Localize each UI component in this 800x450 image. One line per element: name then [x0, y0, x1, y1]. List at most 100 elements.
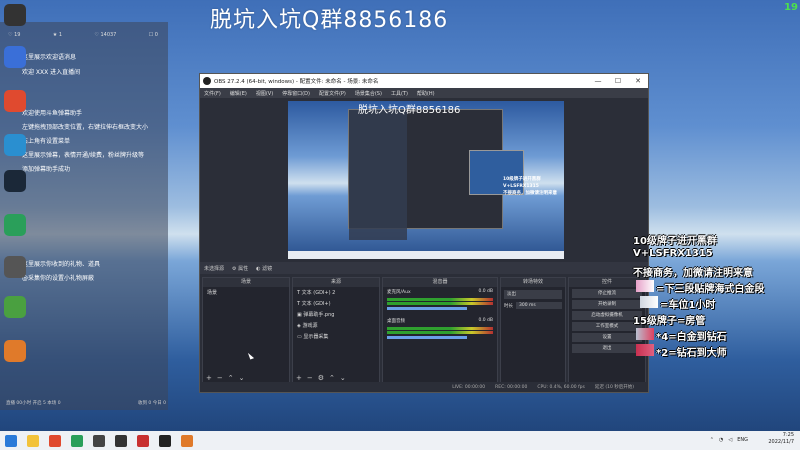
steam-icon[interactable] — [4, 170, 26, 192]
file-explorer-icon[interactable] — [27, 434, 39, 447]
overlay-line: =下三段贴牌海式白金段 — [656, 284, 765, 295]
desktop-channel-header: 桌面音频 0.0 dB — [383, 312, 497, 326]
chat-line: 这里展示你收到的礼物、道具 — [22, 261, 101, 268]
overlay-line: 15级牌子=房管 — [633, 316, 706, 327]
source-item[interactable]: ▣ 弹幕助手.png — [293, 309, 379, 320]
chat-line: @采集你的设置小礼物屏蔽 — [22, 275, 95, 282]
overlay-line: V+LSFRX1315 — [633, 248, 713, 259]
obs-window[interactable]: OBS 27.2.4 (64-bit, windows) - 配置文件: 未命名… — [199, 73, 649, 393]
source-item-label: 弹幕助手.png — [303, 312, 335, 318]
preview-banner-text: 脱坑入坑Q群8856186 — [358, 105, 461, 116]
windows-start-icon[interactable] — [5, 434, 17, 447]
app-taskbar-icon-4[interactable] — [137, 434, 149, 447]
mixer-dock-title: 混音器 — [383, 278, 497, 287]
menu-scene-collection[interactable]: 场景集合(S) — [355, 90, 382, 97]
obs-icon[interactable] — [4, 4, 26, 26]
chat-line: 添加弹幕助手成功 — [22, 166, 71, 173]
source-item-label: 文本 (GDI+) 2 — [301, 290, 336, 296]
windows-taskbar: ⌃ ◔ ◁ ENG 7:25 2022/11/7 — [0, 431, 800, 450]
obs-logo-icon — [203, 77, 211, 85]
menu-docks[interactable]: 停靠窗口(D) — [282, 90, 310, 97]
app-icon-5[interactable] — [4, 340, 26, 362]
desktop-volume-slider[interactable] — [387, 336, 467, 339]
heat-stat: ♡ 14037 — [94, 32, 117, 38]
start-recording-button[interactable]: 开始录制 — [572, 300, 642, 309]
mic-volume-slider[interactable] — [387, 307, 467, 310]
source-item[interactable]: ◈ 游戏源 — [293, 320, 379, 331]
app-taskbar-icon-2[interactable] — [93, 434, 105, 447]
scenes-dock: 场景 场景 + − ⌃ ⌄ — [202, 277, 290, 384]
settings-button[interactable]: 设置 — [572, 333, 642, 342]
app-taskbar-icon-6[interactable] — [181, 434, 193, 447]
menu-edit[interactable]: 编辑(E) — [230, 90, 247, 97]
source-item[interactable]: T 文本 (GDI+) 2 — [293, 287, 379, 298]
obs-status-bar: LIVE: 00:00:00 REC: 00:00:00 CPU: 0.4%, … — [200, 382, 648, 392]
app-taskbar-icon-3[interactable] — [115, 434, 127, 447]
remove-source-icon[interactable]: − — [307, 374, 313, 382]
minimize-icon[interactable]: — — [588, 74, 608, 88]
source-item[interactable]: ▭ 显示器采集 — [293, 331, 379, 342]
obs-title-bar[interactable]: OBS 27.2.4 (64-bit, windows) - 配置文件: 未命名… — [200, 74, 648, 88]
chat-line: 左键拖拽顶部改变位置，右键拉伸右框改变大小 — [22, 124, 149, 131]
chevron-up-icon[interactable]: ⌃ — [710, 437, 714, 443]
menu-profile[interactable]: 配置文件(P) — [319, 90, 346, 97]
desktop-level-meter — [387, 331, 493, 334]
volume-icon[interactable]: ◁ — [728, 437, 732, 443]
clock[interactable]: 7:25 2022/11/7 — [768, 432, 794, 446]
obs-preview-canvas[interactable]: 脱坑入坑Q群8856186 10级牌子进开黑群 V+LSFRX1315 不接商务… — [288, 101, 564, 259]
chat-line: 这里展示弹幕，表情开通/续费，粉丝牌升级等 — [22, 152, 145, 159]
edge-icon[interactable] — [4, 134, 26, 156]
network-icon[interactable]: ◔ — [719, 437, 723, 443]
chat-line: 欢迎使用斗鱼弹幕助手 — [22, 110, 83, 117]
source-item[interactable]: T 文本 (GDI+) — [293, 298, 379, 309]
menu-tools[interactable]: 工具(T) — [391, 90, 408, 97]
box-stat: ☐ 0 — [148, 32, 158, 38]
chat-line: 欢迎 XXX 进入直播间 — [22, 69, 81, 76]
rank-badge-icon — [640, 296, 658, 308]
filters-button[interactable]: ◐ 滤镜 — [256, 265, 272, 272]
menu-file[interactable]: 文件(F) — [204, 90, 221, 97]
star-stat: ★ 1 — [52, 32, 63, 38]
transition-select[interactable]: 淡出 — [504, 290, 562, 299]
scene-item[interactable]: 场景 — [203, 287, 289, 298]
app-icon-3[interactable] — [4, 256, 26, 278]
overlay-line: 不接商务，加微请注明来意 — [633, 268, 753, 279]
rank-badge-icon — [636, 280, 654, 292]
menu-view[interactable]: 视图(V) — [256, 90, 273, 97]
sources-dock: 来源 T 文本 (GDI+) 2 T 文本 (GDI+) ▣ 弹幕助手.png … — [292, 277, 380, 384]
move-up-icon[interactable]: ⌃ — [329, 374, 335, 382]
app-icon-1[interactable] — [4, 46, 26, 68]
remove-scene-icon[interactable]: − — [217, 374, 223, 382]
controls-dock-title: 控件 — [569, 278, 645, 287]
move-up-icon[interactable]: ⌃ — [228, 374, 234, 382]
studio-mode-button[interactable]: 工作室模式 — [572, 322, 642, 331]
app-icon-4[interactable] — [4, 296, 26, 318]
no-source-label: 未选择源 — [204, 265, 225, 272]
controls-dock: 控件 停止推流 开始录制 启动虚拟摄像机 工作室模式 设置 退出 — [568, 277, 646, 384]
maximize-icon[interactable]: ☐ — [608, 74, 628, 88]
language-indicator[interactable]: ENG — [737, 437, 748, 443]
move-down-icon[interactable]: ⌄ — [239, 374, 245, 382]
close-icon[interactable]: ✕ — [628, 74, 648, 88]
chrome-taskbar-icon[interactable] — [49, 434, 61, 447]
system-tray: ⌃ ◔ ◁ ENG — [710, 437, 748, 443]
clock-date: 2022/11/7 — [768, 439, 794, 445]
add-scene-icon[interactable]: + — [206, 374, 212, 382]
app-icon-2[interactable] — [4, 214, 26, 236]
virtual-camera-button[interactable]: 启动虚拟摄像机 — [572, 311, 642, 320]
chrome-icon[interactable] — [4, 90, 26, 112]
move-down-icon[interactable]: ⌄ — [340, 374, 346, 382]
stop-streaming-button[interactable]: 停止推流 — [572, 289, 642, 298]
top-banner-text: 脱坑入坑Q群8856186 — [210, 8, 449, 33]
properties-button[interactable]: ⚙ 属性 — [232, 265, 248, 272]
app-taskbar-icon-1[interactable] — [71, 434, 83, 447]
menu-help[interactable]: 帮助(H) — [417, 90, 435, 97]
add-source-icon[interactable]: + — [296, 374, 302, 382]
source-settings-icon[interactable]: ⚙ — [318, 374, 324, 382]
desktop-channel-db: 0.0 dB — [478, 318, 493, 323]
app-taskbar-icon-5[interactable] — [159, 434, 171, 447]
audio-mixer-dock: 混音器 麦克风/Aux 0.0 dB 桌面音频 0.0 dB — [382, 277, 498, 384]
overlay-line: *2=钻石到大师 — [656, 348, 727, 359]
exit-button[interactable]: 退出 — [572, 344, 642, 353]
duration-input[interactable]: 300 ms — [516, 302, 562, 309]
